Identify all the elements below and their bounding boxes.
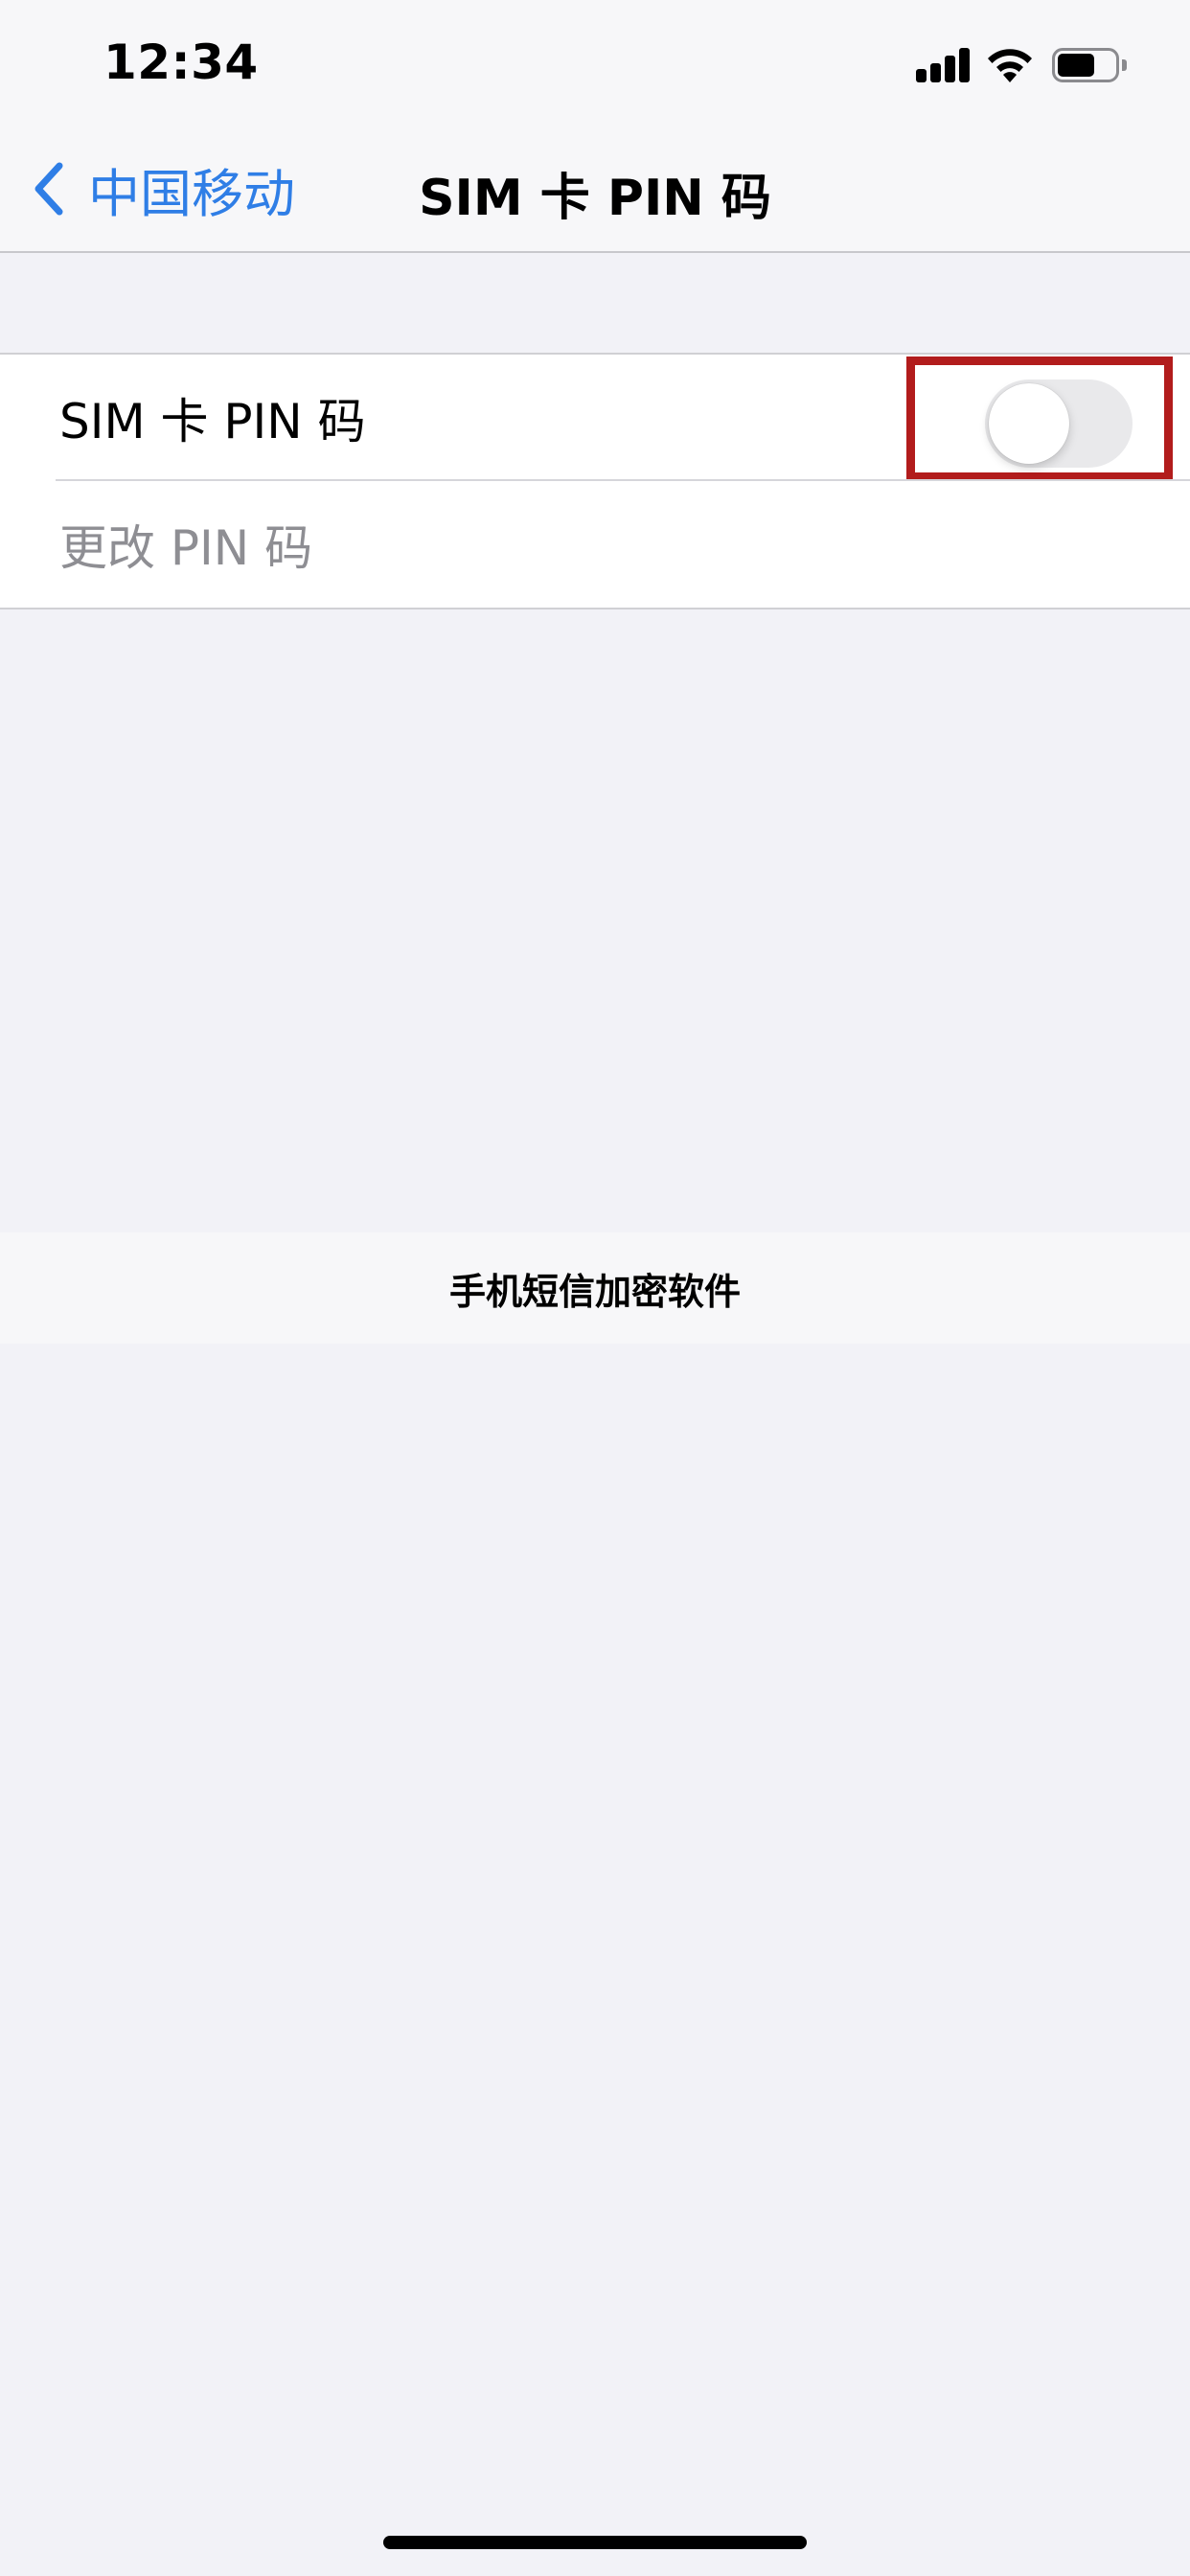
watermark-banner: 手机短信加密软件 (0, 1232, 1190, 1344)
battery-icon (1052, 46, 1129, 84)
back-button-label: 中国移动 (88, 163, 295, 224)
sim-pin-settings-group: SIM 卡 PIN 码 更改 PIN 码 (0, 353, 1190, 610)
sim-pin-toggle[interactable] (985, 380, 1133, 468)
banner-text: 手机短信加密软件 (448, 1270, 741, 1313)
chevron-left-icon (34, 162, 63, 216)
sim-pin-label: SIM 卡 PIN 码 (59, 394, 366, 449)
sim-pin-row: SIM 卡 PIN 码 (0, 355, 1190, 481)
change-pin-label: 更改 PIN 码 (59, 520, 313, 576)
home-indicator[interactable] (383, 2536, 807, 2549)
status-icons (916, 44, 1129, 86)
status-time: 12:34 (103, 34, 259, 90)
navigation-bar: SIM 卡 PIN 码 中国移动 (0, 126, 1190, 253)
back-button[interactable]: 中国移动 (33, 155, 295, 224)
status-bar: 12:34 (0, 0, 1190, 126)
signal-icon (916, 48, 970, 82)
wifi-icon (988, 49, 1032, 82)
change-pin-row[interactable]: 更改 PIN 码 (0, 481, 1190, 608)
toggle-knob (989, 383, 1069, 464)
